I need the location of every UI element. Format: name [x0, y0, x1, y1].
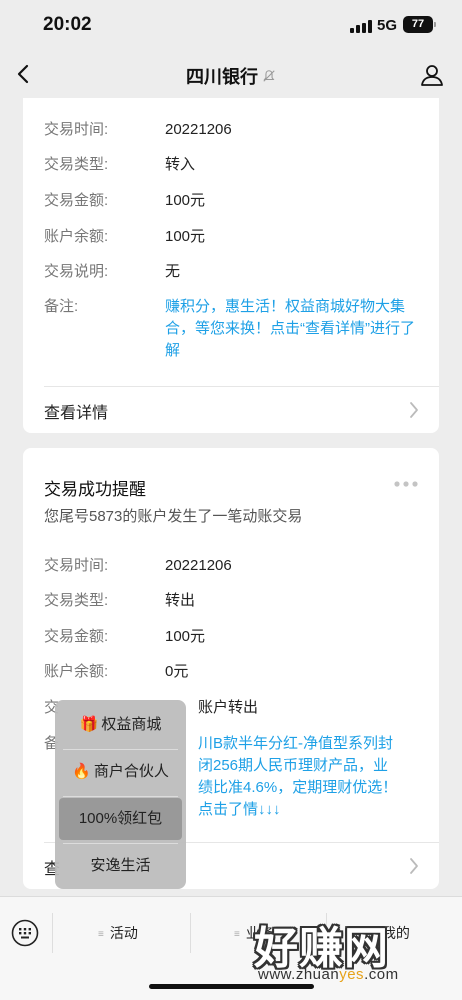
submenu-divider [63, 796, 178, 797]
activity-submenu: 🎁 权益商城 🔥 商户合伙人 100%领红包 安逸生活 [55, 700, 186, 889]
row-value: 转入 [165, 156, 196, 173]
nav-bar: 四川银行 [0, 50, 462, 98]
row-key: 交易说明: [44, 263, 109, 280]
menu-list-icon: ≡ [98, 929, 104, 940]
watermark-url-prefix: www.zhuan [258, 966, 340, 983]
submenu-item-easy-life[interactable]: 安逸生活 [55, 845, 186, 887]
menu-item-label: 活动 [109, 925, 138, 941]
row-value: 20221206 [165, 557, 232, 574]
person-icon [421, 65, 443, 86]
row-key: 备注: [44, 298, 79, 315]
submenu-label: 权益商城 [101, 716, 162, 733]
row-value: 20221206 [165, 121, 232, 138]
gift-icon: 🎁 [79, 716, 99, 733]
keyboard-icon[interactable] [11, 919, 39, 947]
submenu-item-red-packet[interactable]: 100%领红包 [59, 798, 182, 840]
remark-link[interactable]: 赚积分，惠生活！权益商城好物大集合，等您来换！点击“查看详情”进行了解 [165, 296, 419, 362]
row-key: 账户余额: [44, 663, 109, 680]
row-key: 交易时间: [44, 557, 109, 574]
row-key: 账户余额: [44, 228, 109, 245]
submenu-label: 100%领红包 [78, 810, 163, 827]
chevron-right-icon [410, 402, 418, 418]
status-bar: 20:02 5G 77 [0, 0, 462, 50]
row-key: 交易金额: [44, 192, 109, 209]
battery-icon: 77 [403, 16, 436, 33]
network-type: 5G [377, 17, 398, 34]
submenu-label: 安逸生活 [90, 857, 151, 874]
submenu-item-merchant-partner[interactable]: 🔥 商户合伙人 [55, 751, 186, 793]
card-subtitle: 您尾号5873的账户发生了一笔动账交易 [44, 508, 303, 525]
submenu-divider [63, 843, 178, 844]
fire-icon: 🔥 [72, 763, 91, 780]
row-value: 100元 [165, 228, 206, 245]
watermark-url-suffix: .com [364, 966, 399, 983]
remark-link[interactable]: 川B款半年分红-净值型系列封闭256期人民币理财产品，业绩比准4.6%，定期理财… [198, 733, 399, 821]
transaction-card-incoming: 交易时间: 20221206 交易类型: 转入 交易金额: 100元 账户余额:… [23, 98, 439, 433]
row-value: 无 [165, 263, 181, 280]
menu-item-activity[interactable]: ≡ 活动 [98, 923, 138, 943]
chevron-right-icon [410, 858, 418, 874]
menu-list-icon: ≡ [234, 929, 240, 940]
row-value: 100元 [165, 628, 206, 645]
menu-divider [52, 913, 53, 953]
card-title: 交易成功提醒 [44, 480, 146, 499]
row-key: 交易时间: [44, 121, 109, 138]
watermark: 好赚网 www.zhuanyes.com [240, 912, 455, 992]
view-details-row[interactable]: 查看详情 [23, 387, 439, 433]
row-value: 100元 [165, 192, 206, 209]
detail-row-remark: 备注: 赚积分，惠生活！权益商城好物大集合，等您来换！点击“查看详情”进行了解 [44, 296, 419, 366]
row-value: 转出 [165, 592, 196, 609]
row-key: 交易类型: [44, 156, 109, 173]
row-value: 0元 [165, 663, 189, 680]
profile-button[interactable] [419, 62, 445, 88]
view-details-label: 查看详情 [44, 405, 109, 422]
more-options-icon[interactable] [393, 480, 419, 488]
nav-title-bar: 四川银行 [0, 63, 462, 89]
row-key: 交易类型: [44, 592, 109, 609]
submenu-label: 商户合伙人 [93, 763, 169, 780]
row-value: 账户转出 [198, 699, 259, 716]
watermark-url-highlight: yes [339, 966, 365, 983]
page-title: 四川银行 [186, 67, 258, 87]
watermark-url: www.zhuanyes.com [258, 966, 399, 983]
row-key: 交易金额: [44, 628, 109, 645]
status-time: 20:02 [43, 14, 92, 35]
mute-bell-icon [263, 70, 275, 82]
submenu-divider [63, 749, 178, 750]
signal-icon [350, 20, 372, 33]
submenu-item-rewards-mall[interactable]: 🎁 权益商城 [55, 704, 186, 746]
menu-divider [190, 913, 191, 953]
